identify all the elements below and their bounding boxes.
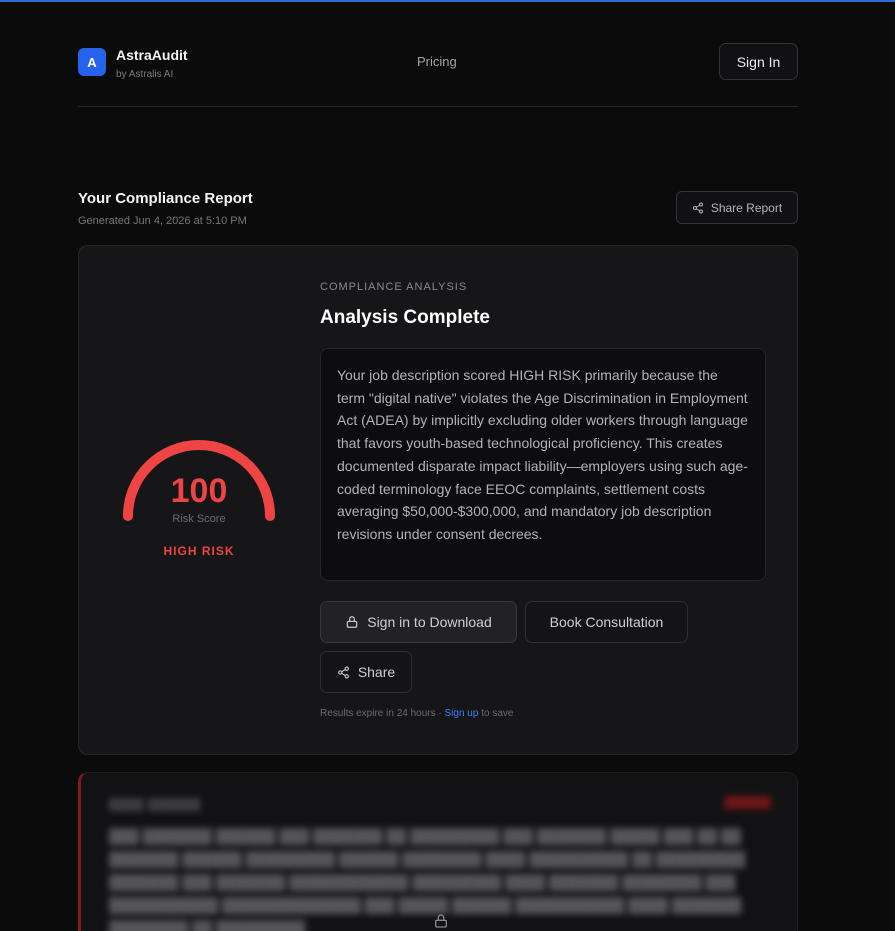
risk-score-label: Risk Score	[172, 513, 226, 525]
expire-suffix: to save	[478, 708, 514, 719]
lock-icon	[433, 913, 449, 931]
book-consultation-button[interactable]: Book Consultation	[525, 601, 688, 643]
share-label: Share	[357, 664, 396, 680]
analysis-summary-text: Your job description scored HIGH RISK pr…	[337, 367, 748, 542]
analysis-title: Analysis Complete	[320, 307, 490, 328]
expire-text: Results expire in 24 hours ·	[320, 708, 445, 719]
expire-note: Results expire in 24 hours · Sign up to …	[320, 708, 513, 719]
share-icon	[337, 666, 349, 678]
site-header: A AstraAudit by Astralis AI Pricing Sign…	[78, 43, 798, 107]
share-report-button[interactable]: Share Report	[676, 191, 798, 224]
logo-icon[interactable]: A	[78, 48, 106, 76]
locked-details-card[interactable]: ████ ██████ ██████ ███ ███████ ██████ ██…	[78, 772, 798, 931]
lock-icon	[346, 616, 358, 628]
brand-name[interactable]: AstraAudit	[116, 47, 188, 63]
blurred-kicker: ████ ██████	[109, 799, 201, 811]
report-generated-date: Generated Jun 4, 2026 at 5:10 PM	[78, 215, 247, 227]
nav-pricing-link[interactable]: Pricing	[417, 54, 457, 69]
sign-in-button[interactable]: Sign In	[719, 43, 798, 80]
top-accent-line	[0, 0, 895, 2]
brand-subtitle: by Astralis AI	[116, 69, 174, 80]
share-button[interactable]: Share	[320, 651, 412, 693]
blurred-content: ████ ██████ ██████ ███ ███████ ██████ ██…	[81, 773, 797, 931]
sign-up-link[interactable]: Sign up	[445, 708, 479, 719]
blurred-badge: ██████	[724, 797, 771, 809]
share-report-label: Share Report	[710, 200, 783, 215]
analysis-summary-box: Your job description scored HIGH RISK pr…	[320, 348, 766, 581]
analysis-card: 100 Risk Score HIGH RISK COMPLIANCE ANAL…	[78, 245, 798, 755]
report-title: Your Compliance Report	[78, 190, 253, 207]
sign-in-to-download-button[interactable]: Sign in to Download	[320, 601, 517, 643]
download-label: Sign in to Download	[367, 614, 492, 630]
share-icon	[692, 202, 703, 213]
section-kicker: COMPLIANCE ANALYSIS	[320, 281, 468, 293]
risk-gauge: 100 Risk Score HIGH RISK	[119, 436, 279, 566]
risk-level-label: HIGH RISK	[163, 544, 235, 558]
risk-score-value: 100	[170, 472, 228, 510]
